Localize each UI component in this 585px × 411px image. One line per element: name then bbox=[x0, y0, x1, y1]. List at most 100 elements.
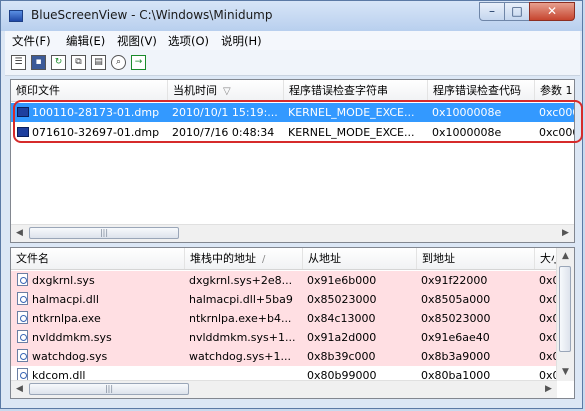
column-label: 到地址 bbox=[422, 252, 455, 265]
app-window: BlueScreenView - C:\Windows\Minidump – □… bbox=[0, 0, 583, 409]
sort-arrow-icon: / bbox=[262, 254, 266, 265]
column-bug-check-code[interactable]: 程序错误检查代码 bbox=[428, 80, 535, 101]
maximize-icon: □ bbox=[511, 4, 523, 18]
bug-check-string-cell: KERNEL_MODE_EXCE... bbox=[288, 106, 415, 119]
dump-files-list[interactable]: 倾印文件 当机时间 ▽ 程序错误检查字符串 程序错误检查代码 参数 1 10011… bbox=[10, 79, 575, 243]
crash-time-cell: 2010/7/16 0:48:34 bbox=[172, 126, 275, 139]
copy-icon[interactable]: ⧉ bbox=[71, 55, 86, 70]
module-file-name: ntkrnlpa.exe bbox=[32, 312, 101, 325]
window-title: BlueScreenView - C:\Windows\Minidump bbox=[31, 8, 273, 22]
system-file-icon bbox=[17, 311, 28, 324]
modules-list-header: 文件名 堆栈中的地址 / 从地址 到地址 大小 bbox=[11, 248, 574, 270]
options-icon[interactable]: ▤ bbox=[91, 55, 106, 70]
module-file-cell: halmacpi.dll bbox=[13, 290, 185, 309]
menu-file[interactable]: 文件(F) bbox=[12, 33, 51, 49]
scroll-up-icon[interactable]: ▲ bbox=[557, 248, 574, 265]
module-row[interactable]: watchdog.sys watchdog.sys+1... 0x8b39c000 0… bbox=[11, 347, 567, 366]
system-file-icon bbox=[17, 292, 28, 305]
dump-file-icon bbox=[17, 127, 29, 137]
from-address-cell: 0x85023000 bbox=[307, 293, 377, 306]
param-1-cell: 0xc000 bbox=[539, 126, 574, 139]
exit-icon[interactable]: → bbox=[131, 55, 146, 70]
menu-edit[interactable]: 编辑(E) bbox=[66, 33, 105, 49]
bluescreen-app-icon bbox=[9, 10, 23, 22]
properties-icon[interactable]: ☰ bbox=[11, 55, 26, 70]
scroll-thumb[interactable]: ||| bbox=[29, 383, 189, 395]
scroll-right-icon[interactable]: ▶ bbox=[557, 225, 574, 242]
column-file-name[interactable]: 文件名 bbox=[11, 248, 185, 269]
column-from-address[interactable]: 从地址 bbox=[303, 248, 417, 269]
minimize-button[interactable]: – bbox=[479, 2, 505, 21]
close-icon: ✕ bbox=[546, 4, 558, 18]
modules-hscrollbar[interactable]: ◀ ||| ▶ bbox=[11, 380, 557, 398]
module-file-cell: dxgkrnl.sys bbox=[13, 271, 185, 290]
close-button[interactable]: ✕ bbox=[529, 2, 575, 21]
bug-check-string-cell: KERNEL_MODE_EXCE... bbox=[288, 126, 415, 139]
system-file-icon bbox=[17, 330, 28, 343]
to-address-cell: 0x8b3a9000 bbox=[421, 350, 491, 363]
system-file-icon bbox=[17, 273, 28, 286]
bug-check-code-cell: 0x1000008e bbox=[432, 126, 502, 139]
refresh-icon[interactable]: ↻ bbox=[51, 55, 66, 70]
modules-list[interactable]: 文件名 堆栈中的地址 / 从地址 到地址 大小 dxgkrnl.sys dxgkrn… bbox=[10, 247, 575, 399]
title-bar[interactable]: BlueScreenView - C:\Windows\Minidump – □… bbox=[1, 1, 582, 31]
stack-address-cell: nvlddmkm.sys+1... bbox=[189, 331, 296, 344]
module-file-name: nvlddmkm.sys bbox=[32, 331, 112, 344]
menu-options[interactable]: 选项(O) bbox=[168, 33, 209, 49]
minimize-icon: – bbox=[489, 4, 495, 18]
column-dump-file[interactable]: 倾印文件 bbox=[11, 80, 168, 101]
module-row[interactable]: nvlddmkm.sys nvlddmkm.sys+1... 0x91a2d000 0… bbox=[11, 328, 567, 347]
dump-file-cell: 100110-28173-01.dmp bbox=[13, 103, 168, 122]
dump-list-hscrollbar[interactable]: ◀ ||| ▶ bbox=[11, 224, 574, 242]
dump-list-header: 倾印文件 当机时间 ▽ 程序错误检查字符串 程序错误检查代码 参数 1 bbox=[11, 80, 574, 102]
menu-view[interactable]: 视图(V) bbox=[117, 33, 157, 49]
maximize-button[interactable]: □ bbox=[504, 2, 530, 21]
column-crash-time[interactable]: 当机时间 ▽ bbox=[168, 80, 284, 101]
column-param-1[interactable]: 参数 1 bbox=[535, 80, 574, 101]
column-label: 程序错误检查字符串 bbox=[289, 84, 388, 97]
column-bug-check-string[interactable]: 程序错误检查字符串 bbox=[284, 80, 428, 101]
system-file-icon bbox=[17, 349, 28, 362]
module-file-name: halmacpi.dll bbox=[32, 293, 99, 306]
column-label: 参数 1 bbox=[540, 84, 573, 97]
sort-arrow-icon: ▽ bbox=[223, 86, 231, 97]
dump-row[interactable]: 100110-28173-01.dmp 2010/10/1 15:19:... … bbox=[11, 103, 574, 122]
module-row[interactable]: dxgkrnl.sys dxgkrnl.sys+2e8... 0x91e6b000 0… bbox=[11, 271, 567, 290]
dump-file-icon bbox=[17, 107, 29, 117]
column-label: 当机时间 bbox=[173, 84, 217, 97]
module-file-name: watchdog.sys bbox=[32, 350, 108, 363]
menu-bar: 文件(F) 编辑(E) 视图(V) 选项(O) 说明(H) bbox=[5, 31, 580, 50]
column-stack-address[interactable]: 堆栈中的地址 / bbox=[185, 248, 303, 269]
modules-vscrollbar[interactable]: ▲ ▼ bbox=[556, 248, 574, 381]
scroll-left-icon[interactable]: ◀ bbox=[11, 381, 28, 398]
column-to-address[interactable]: 到地址 bbox=[417, 248, 535, 269]
module-row[interactable]: ntkrnlpa.exe ntkrnlpa.exe+b4... 0x84c13000… bbox=[11, 309, 567, 328]
stack-address-cell: halmacpi.dll+5ba9 bbox=[189, 293, 293, 306]
scroll-right-icon[interactable]: ▶ bbox=[540, 381, 557, 398]
save-icon[interactable]: ▪ bbox=[31, 55, 46, 70]
column-label: 文件名 bbox=[16, 252, 49, 265]
module-file-name: dxgkrnl.sys bbox=[32, 274, 95, 287]
bug-check-code-cell: 0x1000008e bbox=[432, 106, 502, 119]
module-row[interactable]: halmacpi.dll halmacpi.dll+5ba9 0x85023000 0… bbox=[11, 290, 567, 309]
scroll-thumb[interactable]: ||| bbox=[29, 227, 179, 239]
find-icon[interactable]: ⌕ bbox=[111, 55, 126, 70]
to-address-cell: 0x8505a000 bbox=[421, 293, 491, 306]
dump-row[interactable]: 071610-32697-01.dmp 2010/7/16 0:48:34 KE… bbox=[11, 123, 574, 142]
module-file-cell: nvlddmkm.sys bbox=[13, 328, 185, 347]
column-label: 程序错误检查代码 bbox=[433, 84, 521, 97]
dump-file-name: 100110-28173-01.dmp bbox=[32, 106, 160, 119]
dump-file-name: 071610-32697-01.dmp bbox=[32, 126, 160, 139]
crash-time-cell: 2010/10/1 15:19:... bbox=[172, 106, 278, 119]
to-address-cell: 0x85023000 bbox=[421, 312, 491, 325]
scroll-thumb[interactable] bbox=[559, 266, 571, 352]
toolbar: ☰ ▪ ↻ ⧉ ▤ ⌕ → bbox=[5, 50, 580, 76]
menu-help[interactable]: 说明(H) bbox=[221, 33, 262, 49]
scroll-left-icon[interactable]: ◀ bbox=[11, 225, 28, 242]
from-address-cell: 0x91e6b000 bbox=[307, 274, 377, 287]
from-address-cell: 0x91a2d000 bbox=[307, 331, 377, 344]
scroll-down-icon[interactable]: ▼ bbox=[557, 364, 574, 381]
param-1-cell: 0xc000 bbox=[539, 106, 574, 119]
column-label: 倾印文件 bbox=[16, 84, 60, 97]
dump-file-cell: 071610-32697-01.dmp bbox=[13, 123, 168, 142]
